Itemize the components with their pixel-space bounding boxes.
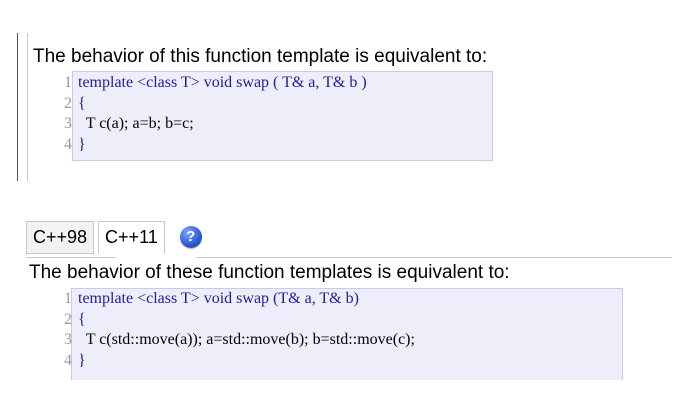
- line-number: 2: [64, 94, 72, 112]
- code-token: template <class T> void swap ( T& a, T& …: [78, 74, 367, 91]
- code-line: 1 template <class T> void swap (T& a, T& …: [56, 289, 415, 310]
- tab-cpp11[interactable]: C++11: [98, 221, 165, 254]
- section1-intro: The behavior of this function template i…: [33, 46, 488, 67]
- line-number: 3: [64, 331, 72, 348]
- code-block-1: 1 template <class T> void swap ( T& a, T&…: [56, 73, 367, 155]
- line-number: 1: [64, 74, 72, 91]
- code-token: {: [78, 310, 86, 328]
- left-border-line: [17, 33, 18, 181]
- code-token: {: [78, 94, 86, 112]
- code-text: }: [74, 351, 86, 372]
- code-text: template <class T> void swap (T& a, T& b…: [74, 289, 359, 310]
- code-text: {: [74, 310, 86, 331]
- line-number: 4: [64, 135, 72, 153]
- code-token: T c(a); a=b; b=c;: [78, 115, 194, 132]
- line-number: 4: [64, 351, 72, 369]
- question-mark-icon[interactable]: ?: [179, 226, 202, 248]
- clipped-bottom: [0, 380, 694, 408]
- code-line: 4}: [56, 135, 367, 156]
- tab-cpp98[interactable]: C++98: [26, 221, 95, 254]
- code-token: T c(std::move(a)); a=std::move(b); b=std…: [78, 331, 415, 348]
- code-text: }: [74, 135, 86, 156]
- code-line: 1 template <class T> void swap ( T& a, T&…: [56, 73, 367, 94]
- section2-intro: The behavior of these function templates…: [29, 262, 510, 283]
- left-border-line-light: [27, 33, 28, 181]
- code-token: }: [78, 351, 86, 369]
- version-tabs: C++98 C++11?: [26, 221, 202, 254]
- code-text: T c(std::move(a)); a=std::move(b); b=std…: [74, 330, 415, 351]
- line-number: 2: [64, 310, 72, 328]
- code-text: {: [74, 94, 86, 115]
- code-line: 2{: [56, 310, 415, 331]
- page: The behavior of this function template i…: [0, 0, 694, 408]
- code-line: 2{: [56, 94, 367, 115]
- line-number: 3: [64, 115, 72, 132]
- code-token: template <class T> void swap (T& a, T& b…: [78, 290, 359, 307]
- code-line: 4}: [56, 351, 415, 372]
- code-line: 3 T c(std::move(a)); a=std::move(b); b=s…: [56, 330, 415, 351]
- line-number: 1: [64, 290, 72, 307]
- active-tab-gap: [116, 257, 196, 258]
- code-line: 3 T c(a); a=b; b=c;: [56, 114, 367, 135]
- code-text: template <class T> void swap ( T& a, T& …: [74, 73, 367, 94]
- code-block-2: 1 template <class T> void swap (T& a, T& …: [56, 289, 415, 380]
- code-token: }: [78, 135, 86, 153]
- code-text: T c(a); a=b; b=c;: [74, 114, 194, 135]
